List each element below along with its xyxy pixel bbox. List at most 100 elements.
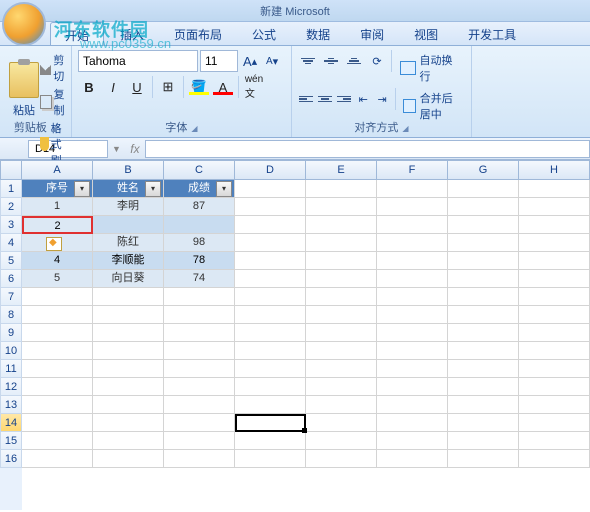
cell[interactable] bbox=[93, 360, 164, 378]
cell[interactable] bbox=[164, 288, 235, 306]
align-middle-button[interactable] bbox=[321, 50, 342, 72]
cell[interactable] bbox=[519, 216, 590, 234]
cell[interactable] bbox=[306, 396, 377, 414]
cell[interactable] bbox=[93, 378, 164, 396]
shrink-font-button[interactable]: A▾ bbox=[262, 50, 282, 72]
tab-developer[interactable]: 开发工具 bbox=[454, 22, 530, 45]
italic-button[interactable]: I bbox=[102, 76, 124, 98]
cell[interactable] bbox=[306, 270, 377, 288]
cell[interactable] bbox=[22, 450, 93, 468]
namebox-dropdown-icon[interactable]: ▼ bbox=[108, 144, 125, 154]
column-header[interactable]: D bbox=[235, 160, 306, 180]
cell[interactable] bbox=[93, 306, 164, 324]
cell[interactable] bbox=[448, 198, 519, 216]
table-header[interactable]: 姓名 bbox=[93, 180, 164, 198]
cell[interactable] bbox=[519, 360, 590, 378]
cell[interactable] bbox=[22, 360, 93, 378]
cell[interactable] bbox=[519, 180, 590, 198]
cell[interactable] bbox=[519, 198, 590, 216]
cell[interactable] bbox=[235, 180, 306, 198]
cell[interactable] bbox=[448, 288, 519, 306]
cell[interactable] bbox=[164, 432, 235, 450]
cell[interactable] bbox=[519, 414, 590, 432]
cell[interactable] bbox=[235, 450, 306, 468]
cell[interactable] bbox=[306, 306, 377, 324]
cell[interactable] bbox=[448, 180, 519, 198]
fill-color-button[interactable]: 🪣 bbox=[188, 76, 210, 98]
cell[interactable] bbox=[519, 450, 590, 468]
select-all-corner[interactable] bbox=[0, 160, 22, 180]
cell[interactable] bbox=[235, 306, 306, 324]
column-header[interactable]: F bbox=[377, 160, 448, 180]
cell[interactable] bbox=[306, 360, 377, 378]
increase-indent-button[interactable]: ⇥ bbox=[374, 88, 391, 110]
cell[interactable] bbox=[22, 396, 93, 414]
column-header[interactable]: C bbox=[164, 160, 235, 180]
row-header[interactable]: 15 bbox=[0, 432, 22, 450]
column-header[interactable]: G bbox=[448, 160, 519, 180]
cell[interactable] bbox=[93, 432, 164, 450]
row-header[interactable]: 11 bbox=[0, 360, 22, 378]
paste-button[interactable]: 粘贴 bbox=[6, 50, 42, 118]
row-header[interactable]: 1 bbox=[0, 180, 22, 198]
row-header[interactable]: 6 bbox=[0, 270, 22, 288]
cell[interactable] bbox=[306, 414, 377, 432]
phonetic-button[interactable]: wén文 bbox=[243, 76, 265, 98]
cell[interactable] bbox=[164, 414, 235, 432]
cell[interactable] bbox=[306, 378, 377, 396]
cell[interactable]: 向日葵 bbox=[93, 270, 164, 288]
cell[interactable]: 4 bbox=[22, 252, 93, 270]
highlighted-cell[interactable]: 2 bbox=[22, 216, 93, 234]
cell[interactable] bbox=[164, 396, 235, 414]
row-header[interactable]: 10 bbox=[0, 342, 22, 360]
cell[interactable] bbox=[164, 378, 235, 396]
underline-button[interactable]: U bbox=[126, 76, 148, 98]
cell[interactable] bbox=[93, 216, 164, 234]
cell[interactable] bbox=[93, 324, 164, 342]
tab-review[interactable]: 审阅 bbox=[346, 22, 398, 45]
formula-bar[interactable] bbox=[145, 140, 590, 158]
smart-tag-icon[interactable] bbox=[46, 237, 62, 251]
tab-view[interactable]: 视图 bbox=[400, 22, 452, 45]
cell[interactable] bbox=[519, 288, 590, 306]
cell[interactable] bbox=[22, 324, 93, 342]
cell[interactable] bbox=[306, 324, 377, 342]
row-header[interactable]: 16 bbox=[0, 450, 22, 468]
cell[interactable] bbox=[519, 252, 590, 270]
align-right-button[interactable] bbox=[336, 88, 353, 110]
tab-layout[interactable]: 页面布局 bbox=[160, 22, 236, 45]
cell[interactable] bbox=[448, 324, 519, 342]
align-center-button[interactable] bbox=[317, 88, 334, 110]
cell[interactable] bbox=[93, 414, 164, 432]
column-header[interactable]: B bbox=[93, 160, 164, 180]
cell[interactable] bbox=[377, 180, 448, 198]
cell[interactable] bbox=[448, 360, 519, 378]
cell[interactable] bbox=[448, 270, 519, 288]
cells-area[interactable]: 序号 姓名 成绩 1 李明 87 2 3 陈红 98 bbox=[22, 180, 590, 468]
font-name-input[interactable] bbox=[78, 50, 198, 72]
cell[interactable] bbox=[235, 360, 306, 378]
cell[interactable] bbox=[519, 396, 590, 414]
tab-formula[interactable]: 公式 bbox=[238, 22, 290, 45]
row-header[interactable]: 13 bbox=[0, 396, 22, 414]
cell[interactable] bbox=[377, 360, 448, 378]
cell[interactable] bbox=[235, 270, 306, 288]
cell[interactable] bbox=[235, 234, 306, 252]
cell[interactable] bbox=[235, 324, 306, 342]
cell[interactable] bbox=[306, 216, 377, 234]
wrap-text-button[interactable]: 自动换行 bbox=[396, 50, 465, 86]
cell[interactable] bbox=[306, 450, 377, 468]
cell[interactable]: 98 bbox=[164, 234, 235, 252]
cell[interactable] bbox=[93, 288, 164, 306]
orientation-button[interactable]: ⟳ bbox=[367, 50, 388, 72]
cell[interactable] bbox=[519, 342, 590, 360]
row-header[interactable]: 9 bbox=[0, 324, 22, 342]
cell[interactable] bbox=[377, 216, 448, 234]
active-cell[interactable] bbox=[235, 414, 306, 432]
align-top-button[interactable] bbox=[298, 50, 319, 72]
cell[interactable] bbox=[377, 252, 448, 270]
cell[interactable] bbox=[164, 216, 235, 234]
cell[interactable] bbox=[93, 450, 164, 468]
cell[interactable] bbox=[377, 414, 448, 432]
cell[interactable] bbox=[377, 324, 448, 342]
